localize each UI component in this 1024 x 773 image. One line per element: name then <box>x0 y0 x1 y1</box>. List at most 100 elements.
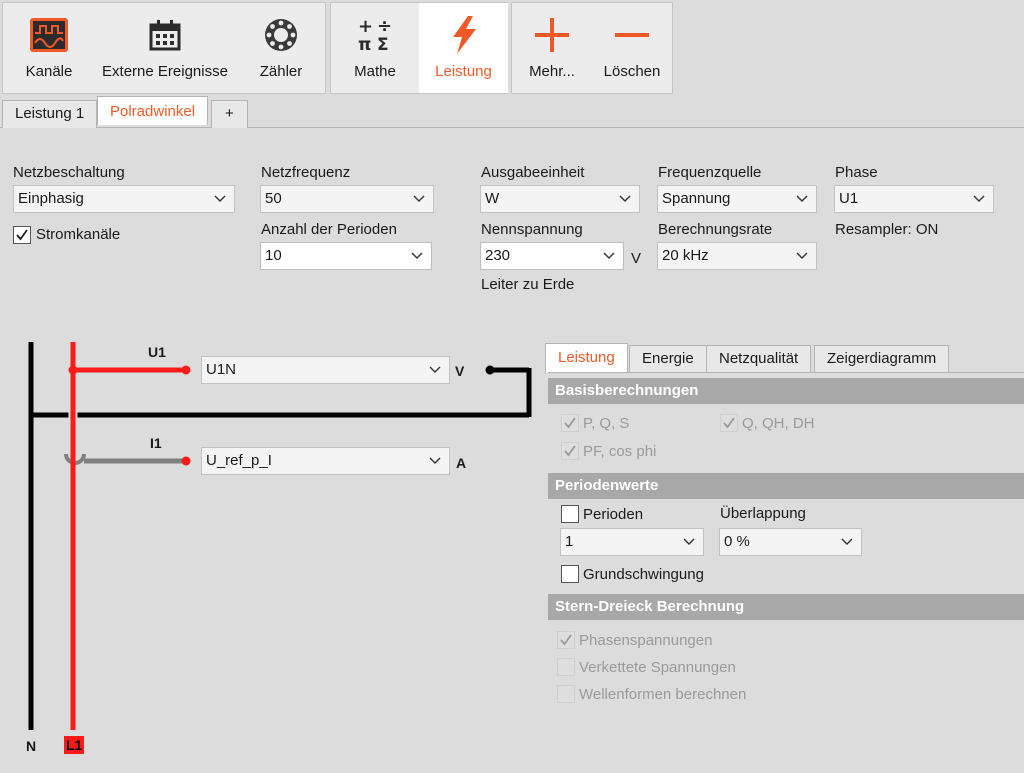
perioden-checkbox[interactable] <box>561 505 579 523</box>
tab-leistung-1[interactable]: Leistung 1 <box>2 100 98 128</box>
phase-select[interactable]: U1 <box>834 185 994 213</box>
chevron-down-icon <box>683 538 695 545</box>
netzbeschaltung-label: Netzbeschaltung <box>13 164 125 181</box>
toolbar-group-math: + ÷ π Σ Mathe Leistung <box>330 2 508 94</box>
ausgabeeinheit-label: Ausgabeeinheit <box>481 164 585 181</box>
external-events-label: Externe Ereignisse <box>102 63 228 80</box>
svg-text:π: π <box>358 35 371 54</box>
more-label: Mehr... <box>529 63 575 80</box>
q-qh-dh-label: Q, QH, DH <box>742 415 815 432</box>
frequenzquelle-value: Spannung <box>662 190 731 207</box>
chevron-down-icon <box>619 195 631 202</box>
berechnungsrate-value: 20 kHz <box>662 247 709 264</box>
tab-panel-leistung[interactable]: Leistung <box>545 343 628 373</box>
pf-cos-phi-checkbox[interactable] <box>561 442 579 460</box>
nennspannung-label: Nennspannung <box>481 221 583 238</box>
svg-text:+: + <box>358 16 373 37</box>
u1-node-right <box>181 365 191 375</box>
grundschwingung-checkbox[interactable] <box>561 565 579 583</box>
more-button[interactable]: Mehr... <box>512 3 592 93</box>
nennspannung-combo[interactable]: 230 <box>480 242 624 270</box>
anzahl-perioden-label: Anzahl der Perioden <box>261 221 397 238</box>
berechnungsrate-select[interactable]: 20 kHz <box>657 242 817 270</box>
pqs-checkbox[interactable] <box>561 414 579 432</box>
frequenzquelle-label: Frequenzquelle <box>658 164 762 181</box>
perioden-value: 1 <box>565 533 574 550</box>
svg-text:÷: ÷ <box>377 16 392 37</box>
verkettete-spannungen-checkbox[interactable] <box>557 658 575 676</box>
voltage-unit: V <box>455 363 465 379</box>
pqs-label: P, Q, S <box>583 415 630 432</box>
ausgabeeinheit-value: W <box>485 190 500 207</box>
math-button[interactable]: + ÷ π Σ Mathe <box>331 3 419 93</box>
anzahl-perioden-value: 10 <box>265 247 282 264</box>
wellenformen-checkbox[interactable] <box>557 685 575 703</box>
chevron-down-icon <box>429 457 441 464</box>
panel-tab-underline <box>548 372 1024 373</box>
channels-button[interactable]: Kanäle <box>3 3 95 93</box>
chevron-down-icon <box>214 195 226 202</box>
external-events-button[interactable]: Externe Ereignisse <box>95 3 235 93</box>
check-icon <box>560 634 572 646</box>
check-icon <box>16 229 28 241</box>
svg-text:Σ: Σ <box>377 35 389 54</box>
verkettete-spannungen-label: Verkettete Spannungen <box>579 659 736 676</box>
perioden-label: Perioden <box>583 506 644 523</box>
tab-panel-netzqualitaet[interactable]: Netzqualität <box>706 345 812 372</box>
netzfrequenz-label: Netzfrequenz <box>261 164 351 181</box>
chevron-down-icon <box>429 366 441 373</box>
add-tab-button[interactable]: + <box>211 100 248 128</box>
tab-panel-zeigerdiagramm[interactable]: Zeigerdiagramm <box>814 345 950 372</box>
basis-header: Basisberechnungen <box>548 378 1024 404</box>
power-label: Leistung <box>435 63 492 80</box>
delete-button[interactable]: Löschen <box>592 3 672 93</box>
line-l1-label: L1 <box>64 736 85 754</box>
math-label: Mathe <box>354 63 396 80</box>
ueberlappung-label: Überlappung <box>720 505 806 522</box>
netzfrequenz-value: 50 <box>265 190 282 207</box>
chevron-down-icon <box>413 195 425 202</box>
phase-value: U1 <box>839 190 859 207</box>
check-icon <box>564 417 576 429</box>
resampler-status: Resampler: ON <box>835 221 939 238</box>
nennspannung-unit: V <box>631 250 642 267</box>
tab-panel-energie[interactable]: Energie <box>629 345 707 372</box>
wellenformen-label: Wellenformen berechnen <box>579 686 747 703</box>
netzbeschaltung-value: Einphasig <box>18 190 84 207</box>
voltage-channel-select[interactable]: U1N <box>201 356 450 384</box>
current-unit: A <box>456 455 467 471</box>
perioden-select[interactable]: 1 <box>560 528 704 556</box>
channels-label: Kanäle <box>25 63 73 80</box>
neutral-label: N <box>26 738 37 754</box>
ausgabeeinheit-select[interactable]: W <box>480 185 640 213</box>
chevron-down-icon <box>603 252 615 259</box>
stromkanaele-checkbox[interactable] <box>13 226 31 244</box>
power-button[interactable]: Leistung <box>419 3 508 93</box>
ueberlappung-value: 0 % <box>724 533 750 550</box>
counter-button[interactable]: Zähler <box>235 3 327 93</box>
i1-node-right <box>181 456 191 466</box>
chevron-down-icon <box>841 538 853 545</box>
toolbar-group-edit: Mehr... Löschen <box>511 2 673 94</box>
phasenspannungen-checkbox[interactable] <box>557 631 575 649</box>
u1-node-left <box>68 365 78 375</box>
check-icon <box>564 445 576 457</box>
frequenzquelle-select[interactable]: Spannung <box>657 185 817 213</box>
netzfrequenz-select[interactable]: 50 <box>260 185 434 213</box>
phase-label: Phase <box>835 164 878 181</box>
delete-label: Löschen <box>603 63 661 80</box>
nennspannung-value: 230 <box>485 247 511 264</box>
minus-icon <box>592 13 672 57</box>
netzbeschaltung-select[interactable]: Einphasig <box>13 185 235 213</box>
chevron-down-icon <box>973 195 985 202</box>
q-qh-dh-checkbox[interactable] <box>720 414 738 432</box>
tab-polradwinkel[interactable]: Polradwinkel <box>97 96 209 125</box>
anzahl-perioden-combo[interactable]: 10 <box>260 242 432 270</box>
ueberlappung-select[interactable]: 0 % <box>719 528 862 556</box>
channels-icon <box>3 13 95 57</box>
u1-label: U1 <box>148 344 166 360</box>
current-channel-select[interactable]: U_ref_p_I <box>201 447 450 475</box>
grundschwingung-label: Grundschwingung <box>583 566 704 583</box>
leiter-zu-erde-label: Leiter zu Erde <box>481 276 575 293</box>
wiring-diagram <box>28 342 532 730</box>
